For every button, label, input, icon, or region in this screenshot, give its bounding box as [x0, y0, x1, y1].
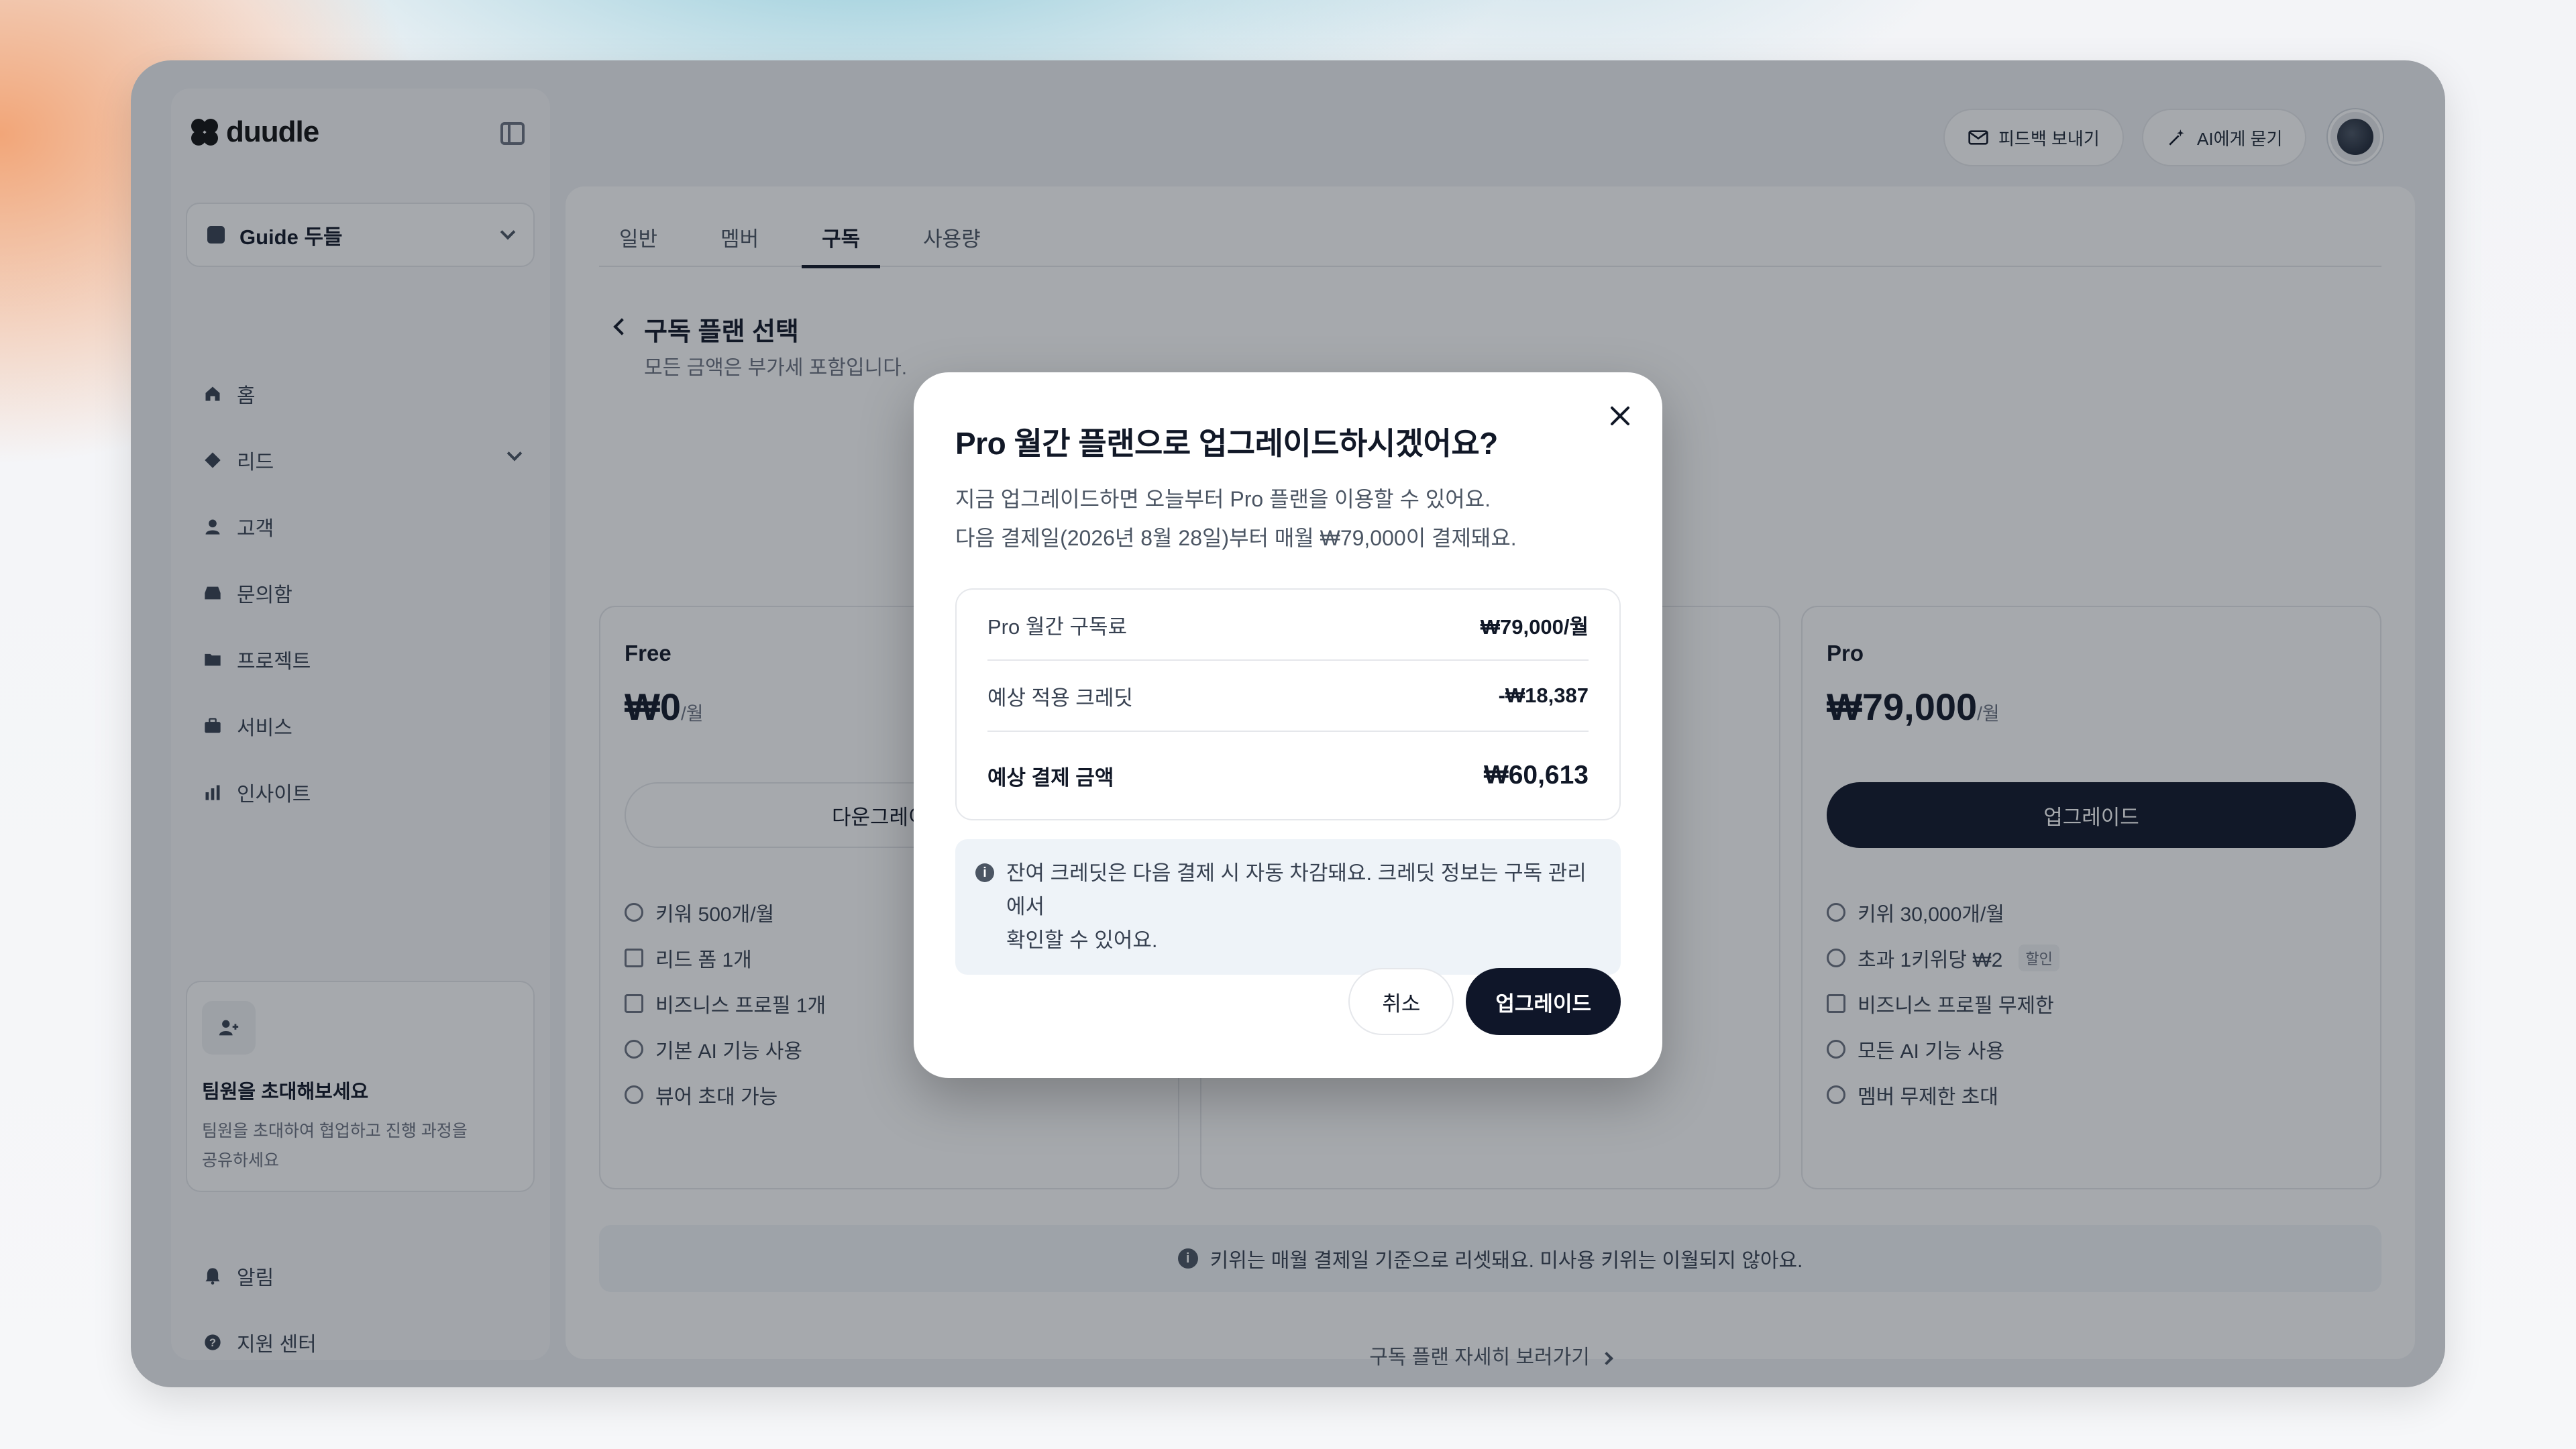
credit-info-text: 잔여 크레딧은 다음 결제 시 자동 차감돼요. 크레딧 정보는 구독 관리에서… — [1006, 857, 1601, 957]
summary-total-value: ₩60,613 — [1483, 761, 1589, 790]
summary-row-total: 예상 결제 금액 ₩60,613 — [987, 732, 1589, 819]
dialog-description: 지금 업그레이드하면 오늘부터 Pro 플랜을 이용할 수 있어요. 다음 결제… — [955, 480, 1621, 557]
summary-value: ₩79,000/월 — [1480, 614, 1589, 639]
payment-summary: Pro 월간 구독료 ₩79,000/월 예상 적용 크레딧 -₩18,387 … — [955, 588, 1621, 820]
credit-info-box: i 잔여 크레딧은 다음 결제 시 자동 차감돼요. 크레딧 정보는 구독 관리… — [955, 839, 1621, 975]
upgrade-confirm-dialog: Pro 월간 플랜으로 업그레이드하시겠어요? 지금 업그레이드하면 오늘부터 … — [914, 372, 1662, 1078]
summary-row-credit: 예상 적용 크레딧 -₩18,387 — [987, 661, 1589, 732]
credit-info-line: 확인할 수 있어요. — [1006, 928, 1158, 952]
dialog-desc-line: 다음 결제일(2026년 8월 28일)부터 매월 ₩79,000이 결제돼요. — [955, 526, 1517, 550]
credit-info-line: 잔여 크레딧은 다음 결제 시 자동 차감돼요. 크레딧 정보는 구독 관리에서 — [1006, 861, 1587, 918]
dialog-title: Pro 월간 플랜으로 업그레이드하시겠어요? — [955, 426, 1498, 461]
dialog-actions: 취소 업그레이드 — [1348, 968, 1621, 1035]
summary-row-subscription: Pro 월간 구독료 ₩79,000/월 — [987, 590, 1589, 661]
cancel-button[interactable]: 취소 — [1348, 968, 1454, 1035]
confirm-upgrade-button[interactable]: 업그레이드 — [1466, 968, 1621, 1035]
dialog-desc-line: 지금 업그레이드하면 오늘부터 Pro 플랜을 이용할 수 있어요. — [955, 487, 1491, 511]
summary-value: -₩18,387 — [1498, 684, 1589, 707]
summary-label: Pro 월간 구독료 — [987, 614, 1128, 639]
info-icon: i — [975, 863, 994, 882]
close-icon[interactable] — [1603, 399, 1637, 433]
summary-label: 예상 적용 크레딧 — [987, 686, 1133, 710]
summary-label: 예상 결제 금액 — [987, 765, 1114, 790]
